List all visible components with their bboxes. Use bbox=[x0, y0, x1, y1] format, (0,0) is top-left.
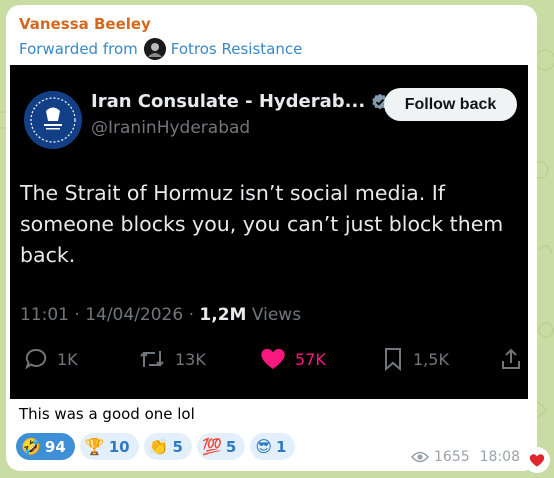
reaction-count: 5 bbox=[172, 437, 183, 456]
share-icon bbox=[502, 348, 520, 369]
channel-avatar-icon[interactable] bbox=[143, 38, 166, 60]
tweet-actions: 1K 13K 57K 1,5K bbox=[10, 347, 528, 377]
forwarded-prefix: Forwarded from bbox=[19, 40, 138, 58]
tweet-text: The Strait of Hormuz isn’t social media.… bbox=[20, 181, 504, 267]
reply-count: 1K bbox=[57, 349, 78, 369]
reaction-emoji: 🤣 bbox=[21, 437, 41, 456]
bookmark-count: 1,5K bbox=[413, 349, 449, 369]
reactions-bar: 🤣 94 🏆 10 👏 5 💯 5 😎 1 bbox=[16, 433, 300, 460]
tweet-handle[interactable]: @IraninHyderabad bbox=[91, 118, 250, 138]
message-caption: This was a good one lol bbox=[19, 405, 195, 423]
reaction-emoji: 👏 bbox=[148, 437, 169, 456]
repost-icon bbox=[140, 351, 164, 367]
sender-name[interactable]: Vanessa Beeley bbox=[19, 15, 151, 33]
reaction-rofl[interactable]: 🤣 94 bbox=[16, 433, 75, 460]
reaction-emoji: 💯 bbox=[201, 437, 222, 456]
reaction-count: 10 bbox=[108, 437, 130, 456]
consulate-avatar-icon[interactable] bbox=[24, 91, 82, 149]
bookmark-icon bbox=[385, 348, 401, 371]
reaction-emoji: 🏆 bbox=[84, 437, 105, 456]
tweet-meta: 11:01 · 14/04/2026 · 1,2M Views bbox=[20, 305, 301, 325]
tweet-embed[interactable]: Iran Consulate - Hyderab... @IraninHyder… bbox=[10, 65, 528, 399]
tweet-views-label: Views bbox=[246, 305, 302, 325]
tweet-timestamp: 11:01 · 14/04/2026 · bbox=[20, 305, 200, 325]
bookmark-action[interactable]: 1,5K bbox=[382, 347, 449, 371]
reaction-emoji: 😎 bbox=[255, 437, 272, 456]
tweet-views-count: 1,2M bbox=[199, 305, 247, 325]
reaction-trophy[interactable]: 🏆 10 bbox=[79, 433, 139, 460]
reaction-clap[interactable]: 👏 5 bbox=[143, 433, 192, 460]
forwarded-channel-link[interactable]: Fotros Resistance bbox=[171, 40, 303, 58]
follow-back-button[interactable]: Follow back bbox=[384, 88, 517, 121]
like-action[interactable]: 57K bbox=[260, 347, 326, 371]
share-action[interactable] bbox=[500, 347, 531, 371]
message-meta: 1655 18:08 bbox=[411, 449, 520, 465]
view-count: 1655 bbox=[434, 449, 470, 465]
tweet-display-name[interactable]: Iran Consulate - Hyderab... bbox=[91, 91, 389, 112]
forwarded-header[interactable]: Forwarded from Fotros Resistance bbox=[19, 38, 302, 60]
reply-action[interactable]: 1K bbox=[24, 347, 78, 371]
reaction-count: 1 bbox=[276, 437, 287, 456]
eye-icon bbox=[411, 451, 429, 463]
reaction-heart-icon[interactable] bbox=[524, 447, 550, 473]
reaction-sunglasses[interactable]: 😎 1 bbox=[250, 433, 296, 460]
reaction-hundred[interactable]: 💯 5 bbox=[196, 433, 246, 460]
reply-icon bbox=[25, 348, 47, 370]
repost-count: 13K bbox=[175, 349, 206, 369]
reaction-count: 94 bbox=[44, 437, 66, 456]
heart-icon bbox=[261, 348, 285, 369]
reaction-count: 5 bbox=[225, 437, 237, 456]
display-name-text: Iran Consulate - Hyderab... bbox=[91, 91, 366, 112]
like-count: 57K bbox=[295, 349, 326, 369]
message-time: 18:08 bbox=[479, 449, 520, 465]
message-bubble[interactable]: Vanessa Beeley Forwarded from Fotros Res… bbox=[6, 5, 537, 471]
repost-action[interactable]: 13K bbox=[138, 347, 206, 371]
